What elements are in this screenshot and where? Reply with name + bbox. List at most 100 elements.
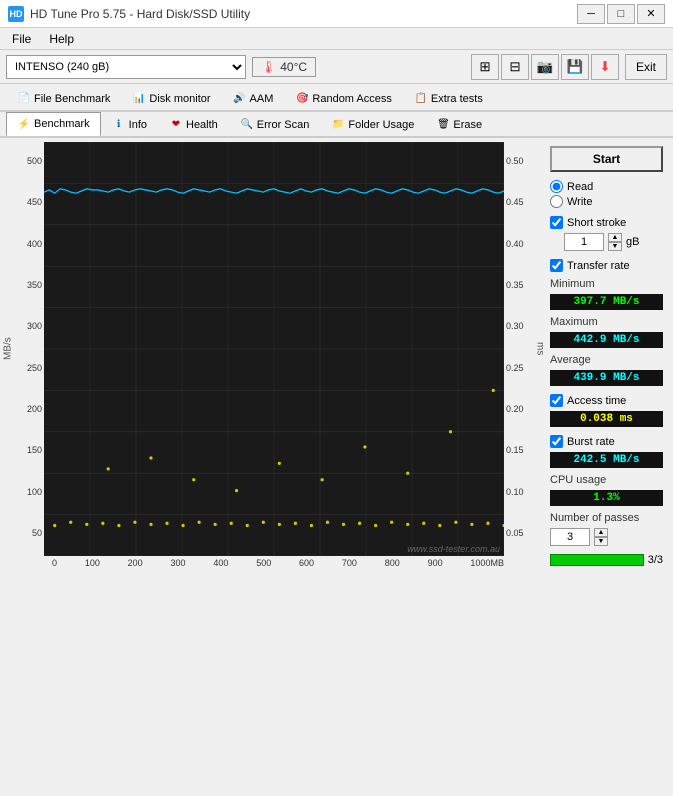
cpu-usage-label: CPU usage [550,474,663,486]
menu-bar: File Help [0,28,673,50]
tab-file-benchmark[interactable]: 📄 File Benchmark [6,86,121,110]
close-button[interactable]: ✕ [637,4,665,24]
short-stroke-label: Short stroke [567,217,626,229]
app-title: HD Tune Pro 5.75 - Hard Disk/SSD Utility [30,7,250,21]
passes-input[interactable] [550,528,590,546]
short-stroke-spinner: ▲ ▼ gB [564,233,663,251]
minimize-button[interactable]: ─ [577,4,605,24]
app-icon: HD [8,6,24,22]
minimum-value: 397.7 MB/s [550,294,663,310]
tab-folder-usage[interactable]: 📁 Folder Usage [320,112,425,136]
transfer-rate-checkbox[interactable] [550,259,563,272]
file-benchmark-icon: 📄 [17,92,31,106]
toolbar: INTENSO (240 gB) 🌡 40°C ⊞ ⊟ 📷 💾 ⬇ Exit [0,50,673,84]
burst-rate-label: Burst rate [567,436,615,448]
title-bar-left: HD HD Tune Pro 5.75 - Hard Disk/SSD Util… [8,6,250,22]
transfer-rate-row: Transfer rate [550,259,663,272]
passes-spinner-down[interactable]: ▼ [594,537,608,546]
error-scan-icon: 🔍 [240,118,254,132]
tab-extra-tests[interactable]: 📋 Extra tests [403,86,494,110]
short-stroke-unit: gB [626,236,639,248]
burst-rate-value: 242.5 MB/s [550,452,663,468]
chart-section: MB/s 500 450 400 350 300 250 200 150 100… [4,142,544,570]
y-axis-left-label: MB/s [4,142,12,556]
average-value: 439.9 MB/s [550,370,663,386]
toolbar-icons: ⊞ ⊟ 📷 💾 ⬇ [471,54,619,80]
burst-rate-checkbox[interactable] [550,435,563,448]
main-content: MB/s 500 450 400 350 300 250 200 150 100… [0,138,673,574]
menu-help[interactable]: Help [41,30,82,48]
minimum-label: Minimum [550,278,663,290]
write-radio-row: Write [550,195,663,208]
extra-tests-icon: 📋 [414,92,428,106]
tab-disk-monitor[interactable]: 📊 Disk monitor [121,86,221,110]
y-axis-right-ticks: 0.50 0.45 0.40 0.35 0.30 0.25 0.20 0.15 … [504,142,536,556]
tab-erase[interactable]: 🗑 Erase [425,112,493,136]
disk-monitor-icon: 📊 [132,92,146,106]
toolbar-btn-3[interactable]: 📷 [531,54,559,80]
access-time-value: 0.038 ms [550,411,663,427]
title-bar: HD HD Tune Pro 5.75 - Hard Disk/SSD Util… [0,0,673,28]
progress-bar [550,554,644,566]
short-stroke-row: Short stroke [550,216,663,229]
chart-svg [44,142,504,556]
aam-icon: 🔊 [233,92,247,106]
toolbar-btn-5[interactable]: ⬇ [591,54,619,80]
maximum-label: Maximum [550,316,663,328]
maximize-button[interactable]: □ [607,4,635,24]
tab-random-access[interactable]: 🎯 Random Access [284,86,402,110]
x-axis: 0 100 200 300 400 500 600 700 800 900 10… [52,556,504,570]
health-icon: ❤ [169,118,183,132]
exit-button[interactable]: Exit [625,54,667,80]
random-access-icon: 🎯 [295,92,309,106]
tab-info[interactable]: ℹ Info [101,112,158,136]
passes-spinner: ▲ ▼ [550,528,663,546]
access-time-checkbox[interactable] [550,394,563,407]
tab-error-scan[interactable]: 🔍 Error Scan [229,112,321,136]
progress-container: 3/3 [550,554,663,566]
info-icon: ℹ [112,118,126,132]
erase-icon: 🗑 [436,118,450,132]
short-stroke-input[interactable] [564,233,604,251]
access-time-dots [53,521,504,528]
tab-benchmark[interactable]: ⚡ Benchmark [6,112,101,136]
menu-file[interactable]: File [4,30,39,48]
tabs-row2: ⚡ Benchmark ℹ Info ❤ Health 🔍 Error Scan… [0,112,673,138]
watermark: www.ssd-tester.com.au [407,544,500,554]
average-label: Average [550,354,663,366]
title-bar-controls: ─ □ ✕ [577,4,665,24]
maximum-value: 442.9 MB/s [550,332,663,348]
benchmark-icon: ⚡ [17,117,31,131]
tab-health[interactable]: ❤ Health [158,112,229,136]
start-button[interactable]: Start [550,146,663,172]
spinner-down[interactable]: ▼ [608,242,622,251]
short-stroke-checkbox[interactable] [550,216,563,229]
access-time-label: Access time [567,395,626,407]
spinner-buttons: ▲ ▼ [608,233,622,251]
scatter-high [107,389,495,492]
x-axis-ticks: 0 100 200 300 400 500 600 700 800 900 10… [52,556,504,570]
y-axis-left-container: MB/s [4,142,12,556]
passes-spinner-up[interactable]: ▲ [594,528,608,537]
y-axis-left-ticks: 500 450 400 350 300 250 200 150 100 50 [12,142,44,556]
progress-text: 3/3 [648,554,663,566]
tab-aam[interactable]: 🔊 AAM [222,86,285,110]
read-label: Read [567,181,593,193]
toolbar-btn-2[interactable]: ⊟ [501,54,529,80]
drive-select[interactable]: INTENSO (240 gB) [6,55,246,79]
read-radio-row: Read [550,180,663,193]
toolbar-btn-1[interactable]: ⊞ [471,54,499,80]
cpu-usage-value: 1.3% [550,490,663,506]
access-time-row: Access time [550,394,663,407]
toolbar-btn-4[interactable]: 💾 [561,54,589,80]
tabs-row1: 📄 File Benchmark 📊 Disk monitor 🔊 AAM 🎯 … [0,84,673,112]
spinner-up[interactable]: ▲ [608,233,622,242]
passes-label: Number of passes [550,512,663,524]
chart-plot: www.ssd-tester.com.au [44,142,504,556]
transfer-rate-label: Transfer rate [567,260,630,272]
passes-spinner-buttons: ▲ ▼ [594,528,608,546]
write-radio[interactable] [550,195,563,208]
right-panel: Start Read Write Short stroke ▲ ▼ gB [544,142,669,570]
read-radio[interactable] [550,180,563,193]
burst-rate-row: Burst rate [550,435,663,448]
